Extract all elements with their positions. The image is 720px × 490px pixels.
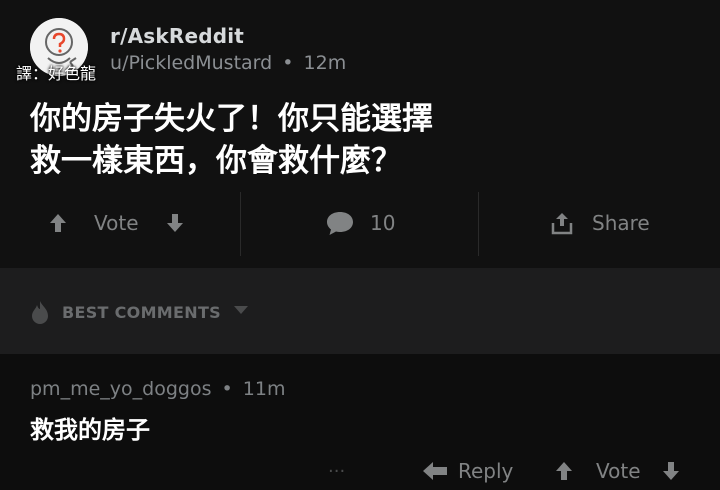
share-icon	[551, 213, 573, 235]
sort-label: BEST COMMENTS	[62, 303, 221, 322]
reply-button[interactable]: Reply	[422, 456, 513, 486]
arrow-down-icon[interactable]	[165, 212, 185, 234]
subreddit-name[interactable]: r/AskReddit	[110, 24, 244, 48]
reply-label: Reply	[458, 459, 514, 483]
post-author[interactable]: u/PickledMustard	[110, 52, 272, 74]
comment-count: 10	[370, 211, 396, 235]
post-action-bar: Vote 10 Share	[0, 192, 720, 256]
post-vote-control: Vote	[48, 208, 185, 238]
post-title-line: 你的房子失火了！你只能選擇	[30, 101, 433, 137]
translator-credit: 譯：好色龍	[16, 64, 97, 83]
comment: pm_me_yo_doggos • 11m 救我的房子 ··· Reply Vo…	[0, 354, 720, 490]
meta-separator: •	[282, 52, 294, 74]
comment-vote-control: Vote	[554, 456, 681, 486]
comment-author[interactable]: pm_me_yo_doggos	[30, 378, 211, 400]
comment-body: 救我的房子	[30, 416, 150, 444]
comments-button[interactable]: 10	[326, 208, 395, 238]
comment-action-bar: ··· Reply Vote	[0, 454, 720, 490]
speech-bubble-icon	[327, 212, 353, 235]
share-label: Share	[592, 211, 650, 235]
post-title[interactable]: 你的房子失火了！你只能選擇 救一樣東西，你會救什麼？	[30, 98, 690, 182]
action-divider	[478, 192, 479, 256]
post-age: 12m	[303, 52, 347, 74]
comment-meta: pm_me_yo_doggos • 11m	[30, 378, 285, 400]
comment-sort-bar[interactable]: BEST COMMENTS	[0, 268, 720, 354]
comment-vote-label: Vote	[596, 459, 641, 483]
arrow-down-icon[interactable]	[661, 460, 681, 482]
reply-arrow-icon	[423, 462, 447, 480]
share-button[interactable]: Share	[550, 208, 650, 238]
meta-separator: •	[221, 378, 233, 400]
caret-down-icon[interactable]	[233, 305, 249, 315]
action-divider	[240, 192, 241, 256]
post-vote-label: Vote	[94, 211, 139, 235]
post-meta: u/PickledMustard • 12m	[110, 52, 346, 74]
flame-icon	[32, 301, 48, 324]
arrow-up-icon[interactable]	[554, 460, 574, 482]
post-title-line: 救一樣東西，你會救什麼？	[30, 143, 402, 179]
post-card: r/AskReddit u/PickledMustard • 12m 譯：好色龍…	[0, 0, 720, 268]
comment-age: 11m	[242, 378, 286, 400]
arrow-up-icon[interactable]	[48, 212, 68, 234]
more-dots-icon[interactable]: ···	[328, 456, 345, 486]
